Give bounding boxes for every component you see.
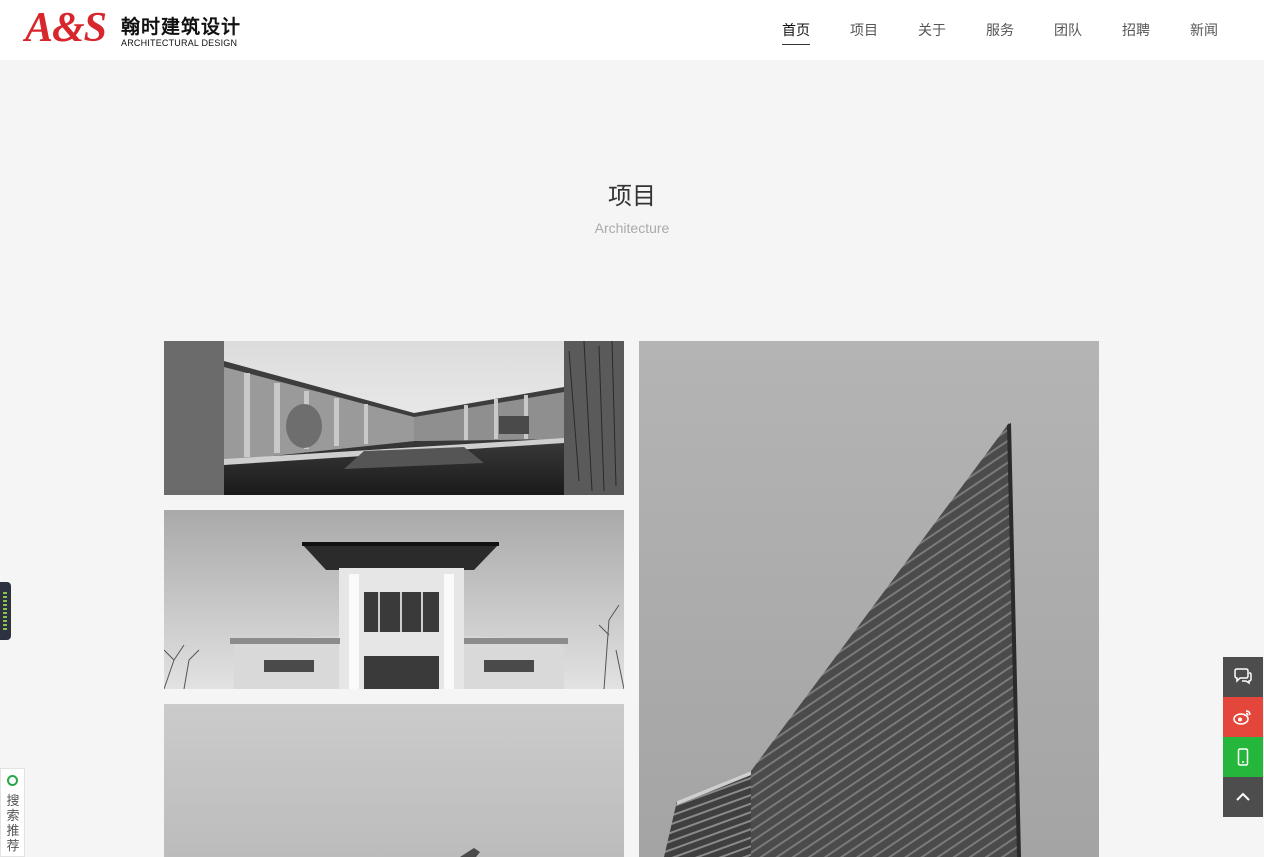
project-photo-detail[interactable]: [164, 704, 624, 857]
site-header: A&S 翰时建筑设计 ARCHITECTURAL DESIGN 首页 项目 关于…: [0, 0, 1264, 60]
mobile-button[interactable]: [1223, 737, 1263, 777]
project-photo-courtyard[interactable]: [164, 341, 624, 495]
nav-item-team[interactable]: 团队: [1054, 0, 1082, 60]
weibo-button[interactable]: [1223, 697, 1263, 737]
logo-mark: A&S: [25, 5, 107, 51]
weibo-icon: [1233, 710, 1251, 725]
project-photo-tower[interactable]: [639, 341, 1099, 857]
logo-name-en: ARCHITECTURAL DESIGN: [121, 38, 238, 48]
section-subtitle: Architecture: [594, 220, 670, 236]
nav-item-home[interactable]: 首页: [782, 0, 810, 60]
nav-item-news[interactable]: 新闻: [1190, 0, 1218, 60]
side-service-tab[interactable]: [0, 582, 11, 640]
chat-icon: [1234, 668, 1252, 685]
search-recommend-label: 搜索推荐: [6, 793, 20, 853]
back-to-top-icon: [1236, 792, 1250, 801]
nav-item-projects[interactable]: 项目: [850, 0, 878, 60]
mobile-icon: [1237, 748, 1249, 766]
back-to-top-button[interactable]: [1223, 777, 1263, 817]
nav-item-services[interactable]: 服务: [986, 0, 1014, 60]
side-tab-indicator: [3, 592, 7, 630]
search-logo-icon: [7, 775, 18, 786]
search-recommend-widget[interactable]: 搜索推荐: [0, 768, 25, 857]
chat-button[interactable]: [1223, 657, 1263, 697]
nav-item-about[interactable]: 关于: [918, 0, 946, 60]
logo-name-cn: 翰时建筑设计: [121, 17, 242, 38]
section-title: 项目: [608, 183, 656, 210]
nav-item-careers[interactable]: 招聘: [1122, 0, 1150, 60]
main-nav: 首页 项目 关于 服务 团队 招聘 新闻: [742, 0, 1218, 60]
project-photo-pavilion[interactable]: [164, 510, 624, 689]
